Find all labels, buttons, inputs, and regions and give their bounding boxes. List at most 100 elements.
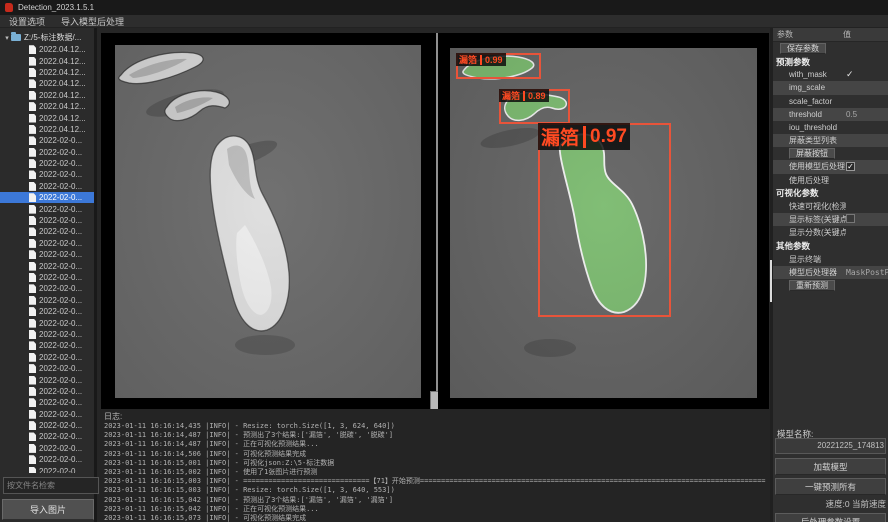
file-label: 2022.04.12... [39,57,86,66]
file-icon [29,444,36,453]
param-action-button[interactable]: 屏蔽按钮 [789,148,835,159]
tree-item[interactable]: 2022-02-0... [0,352,94,363]
file-icon [29,467,36,473]
detection-label-1: 漏箔0.99 [456,53,506,66]
app-icon [5,3,13,12]
param-row[interactable]: 显示分数(关键点) [773,226,888,239]
tree-item[interactable]: 2022-02-0... [0,249,94,260]
file-icon [29,91,36,100]
file-icon [29,182,36,191]
tree-item[interactable]: 2022-02-0... [0,238,94,249]
tree-item[interactable]: 2022.04.12... [0,78,94,89]
tree-item[interactable]: 2022-02-0... [0,454,94,465]
tree-item[interactable]: 2022.04.12... [0,112,94,123]
param-label: 显示终端 [773,254,846,265]
file-label: 2022-02-0... [39,398,82,407]
file-label: 2022.04.12... [39,125,86,134]
param-row[interactable]: threshold0.5 [773,108,888,121]
checkbox-empty-icon[interactable] [846,214,855,223]
menu-import-postprocess[interactable]: 导入模型后处理 [61,15,124,28]
param-section-header: 可视化参数 [773,187,888,200]
tree-item[interactable]: 2022.04.12... [0,44,94,55]
file-label: 2022-02-0... [39,341,82,350]
file-icon [29,319,36,328]
right-panel-scroll-thumb[interactable] [770,260,772,302]
postprocess-settings-button[interactable]: 后处理参数设置 [775,513,886,522]
param-row[interactable]: 使用模型后处理✓ [773,160,888,173]
param-row[interactable]: 屏蔽类型列表 [773,134,888,147]
tree-item[interactable]: 2022-02-0... [0,317,94,328]
tree-item[interactable]: 2022.04.12... [0,124,94,135]
param-label: scale_factor [773,97,846,106]
tree-item[interactable]: 2022.04.12... [0,67,94,78]
param-row[interactable]: img_scale [773,81,888,94]
tree-item[interactable]: 2022-02-0... [0,374,94,385]
model-name-value[interactable]: 20221225_174813 [775,438,886,454]
file-icon [29,330,36,339]
tree-item[interactable]: 2022-02-0... [0,397,94,408]
detection-app-window: Detection_2023.1.5.1 设置选项 导入模型后处理 ▾ Z:/5… [0,0,888,522]
tree-item[interactable]: 2022-02-0... [0,158,94,169]
file-label: 2022-02-0... [39,284,82,293]
param-row[interactable]: iou_threshold [773,121,888,134]
tree-item[interactable]: 2022-02-0... [0,192,94,203]
tree-item[interactable]: 2022-02-0 [0,465,94,473]
tree-item[interactable]: 2022-02-0... [0,306,94,317]
window-title: Detection_2023.1.5.1 [18,3,94,12]
tree-item[interactable]: 2022-02-0... [0,215,94,226]
param-row[interactable]: 模型后处理器MaskPostPro [773,266,888,279]
tree-item[interactable]: 2022-02-0... [0,181,94,192]
file-label: 2022-02-0... [39,319,82,328]
tree-item[interactable]: 2022-02-0... [0,169,94,180]
tree-item[interactable]: 2022-02-0... [0,260,94,271]
tree-item[interactable]: 2022-02-0... [0,409,94,420]
tree-item[interactable]: 2022-02-0... [0,147,94,158]
filename-search-input[interactable] [3,477,99,494]
tree-item[interactable]: 2022-02-0... [0,135,94,146]
tree-item[interactable]: 2022.04.12... [0,101,94,112]
tree-item[interactable]: 2022-02-0... [0,420,94,431]
file-icon [29,79,36,88]
tree-item[interactable]: 2022-02-0... [0,295,94,306]
param-row[interactable]: with_mask✓ [773,68,888,81]
tree-item[interactable]: 2022-02-0... [0,226,94,237]
file-label: 2022.04.12... [39,68,86,77]
param-value: ✓ [846,162,888,171]
param-row[interactable]: 显示标签(关键点) [773,213,888,226]
param-row[interactable]: 快速可视化(检测) [773,200,888,213]
tree-item[interactable]: 2022-02-0... [0,283,94,294]
predict-all-button[interactable]: 一键预测所有 [775,478,886,495]
tree-item[interactable]: 2022.04.12... [0,90,94,101]
tree-root-node[interactable]: ▾ Z:/5-标注数据/... [0,31,94,44]
file-tree-items: 2022.04.12...2022.04.12...2022.04.12...2… [0,44,94,473]
param-action-button[interactable]: 重新预测 [789,280,835,291]
tree-item[interactable]: 2022-02-0... [0,329,94,340]
param-row[interactable]: 显示终端 [773,253,888,266]
param-row[interactable]: scale_factor [773,95,888,108]
param-label: img_scale [773,83,846,92]
import-images-button[interactable]: 导入图片 [2,499,94,520]
prediction-image-panel[interactable]: 漏箔0.99 漏箔0.89 漏箔0.97 [438,33,769,409]
log-line: 2023-01-11 16:16:14,487 |INFO| - 正在可视化预测… [104,440,766,449]
file-icon [29,273,36,282]
file-icon [29,387,36,396]
tree-item[interactable]: 2022-02-0... [0,386,94,397]
tree-item[interactable]: 2022-02-0... [0,443,94,454]
tree-item[interactable]: 2022-02-0... [0,431,94,442]
checkbox-checked-icon[interactable]: ✓ [846,162,855,171]
tree-item[interactable]: 2022-02-0... [0,272,94,283]
param-label: 使用模型后处理 [773,161,846,172]
original-image-panel[interactable] [101,33,436,409]
tree-item[interactable]: 2022-02-0... [0,340,94,351]
param-row[interactable]: 使用后处理 [773,174,888,187]
defect-blobs-graphic [115,45,421,398]
save-params-button[interactable]: 保存参数 [780,43,826,54]
load-model-button[interactable]: 加载模型 [775,458,886,475]
menu-settings[interactable]: 设置选项 [9,15,45,28]
log-line: 2023-01-11 16:16:14,506 |INFO| - 可视化预测结果… [104,450,766,459]
check-icon: ✓ [846,69,854,79]
file-label: 2022-02-0 [39,467,75,473]
tree-item[interactable]: 2022.04.12... [0,55,94,66]
tree-item[interactable]: 2022-02-0... [0,203,94,214]
tree-item[interactable]: 2022-02-0... [0,363,94,374]
